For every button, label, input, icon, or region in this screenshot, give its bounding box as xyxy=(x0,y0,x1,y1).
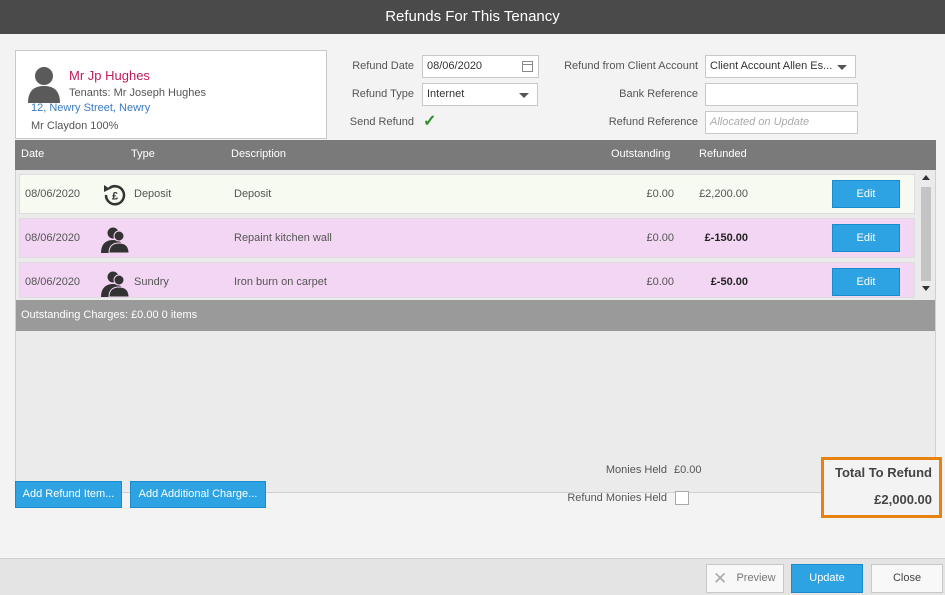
update-button[interactable]: Update xyxy=(791,564,863,593)
row-refunded: £-150.00 xyxy=(704,232,748,244)
send-refund-label: Send Refund xyxy=(349,116,414,128)
person-icon xyxy=(101,227,130,253)
deposit-refund-icon: £ xyxy=(104,184,126,206)
total-to-refund-value: £2,000.00 xyxy=(874,492,932,507)
close-button[interactable]: Close xyxy=(871,564,943,593)
edit-button[interactable]: Edit xyxy=(832,224,900,252)
svg-text:£: £ xyxy=(112,191,118,203)
person-icon xyxy=(28,67,60,103)
landlord-share: Mr Claydon 100% xyxy=(31,120,119,132)
scroll-up-icon[interactable] xyxy=(922,175,930,180)
edit-button[interactable]: Edit xyxy=(832,268,900,296)
refund-reference-label: Refund Reference xyxy=(608,116,698,128)
row-description: Iron burn on carpet xyxy=(234,276,327,288)
monies-held-value: £0.00 xyxy=(674,464,702,476)
refund-dialog-content: Mr Jp Hughes Tenants: Mr Joseph Hughes 1… xyxy=(0,34,945,558)
chevron-down-icon xyxy=(837,65,847,70)
tenant-name[interactable]: Mr Jp Hughes xyxy=(69,68,150,83)
scrollbar-thumb[interactable] xyxy=(921,187,931,281)
row-type: Sundry xyxy=(134,276,169,288)
table-row[interactable]: 08/06/2020 Sundry Iron burn on carpet £0… xyxy=(19,262,915,298)
row-outstanding: £0.00 xyxy=(646,276,674,288)
column-header-outstanding[interactable]: Outstanding xyxy=(611,148,670,160)
bank-reference-input[interactable] xyxy=(705,83,858,106)
refund-date-field[interactable]: 08/06/2020 xyxy=(422,55,539,78)
refund-items-grid: 08/06/2020 £ Deposit Deposit £0.00 £2,20… xyxy=(15,170,936,493)
client-account-select[interactable]: Client Account Allen Es... xyxy=(705,55,856,78)
refund-date-label: Refund Date xyxy=(352,60,414,72)
calendar-icon[interactable] xyxy=(522,61,533,72)
column-header-refunded[interactable]: Refunded xyxy=(699,148,747,160)
close-icon: ✕ xyxy=(713,569,728,588)
total-to-refund-box: Total To Refund £2,000.00 xyxy=(821,457,942,518)
row-refunded: £2,200.00 xyxy=(699,188,748,200)
grid-scrollbar[interactable] xyxy=(919,173,933,297)
preview-label: Preview xyxy=(736,572,776,584)
dialog-footer: ✕ Preview Update Close xyxy=(0,558,945,595)
person-icon xyxy=(101,271,130,297)
grid-header: Date Type Description Outstanding Refund… xyxy=(15,140,936,170)
scroll-down-icon[interactable] xyxy=(922,286,930,291)
chevron-down-icon xyxy=(519,93,529,98)
refund-type-value: Internet xyxy=(427,88,465,100)
total-to-refund-label: Total To Refund xyxy=(835,465,932,480)
outstanding-charges-bar: Outstanding Charges: £0.00 0 items xyxy=(16,300,935,331)
preview-button[interactable]: ✕ Preview xyxy=(706,564,784,593)
refund-date-value: 08/06/2020 xyxy=(427,60,483,72)
row-outstanding: £0.00 xyxy=(646,232,674,244)
refund-type-label: Refund Type xyxy=(351,88,414,100)
client-account-value: Client Account Allen Es... xyxy=(710,60,833,72)
row-refunded: £-50.00 xyxy=(710,276,748,288)
add-additional-charge-button[interactable]: Add Additional Charge... xyxy=(130,481,266,508)
refund-monies-held-label: Refund Monies Held xyxy=(567,492,667,504)
row-outstanding: £0.00 xyxy=(646,188,674,200)
property-address-link[interactable]: 12, Newry Street, Newry xyxy=(31,102,150,114)
row-description: Deposit xyxy=(234,188,272,200)
table-row[interactable]: 08/06/2020 £ Deposit Deposit £0.00 £2,20… xyxy=(19,174,915,214)
row-date: 08/06/2020 xyxy=(25,276,81,288)
column-header-description[interactable]: Description xyxy=(231,148,286,160)
refund-monies-held-checkbox[interactable] xyxy=(675,491,689,505)
refund-type-select[interactable]: Internet xyxy=(422,83,538,106)
refund-reference-input[interactable]: Allocated on Update xyxy=(705,111,858,134)
row-description: Repaint kitchen wall xyxy=(234,232,332,244)
row-date: 08/06/2020 xyxy=(25,232,81,244)
row-type: Deposit xyxy=(134,188,172,200)
edit-button[interactable]: Edit xyxy=(832,180,900,208)
send-refund-checkbox[interactable]: ✓ xyxy=(423,111,436,131)
column-header-date[interactable]: Date xyxy=(21,148,44,160)
window-title: Refunds For This Tenancy xyxy=(0,0,945,34)
tenant-card: Mr Jp Hughes Tenants: Mr Joseph Hughes 1… xyxy=(15,50,327,139)
column-header-type[interactable]: Type xyxy=(131,148,155,160)
tenant-names: Tenants: Mr Joseph Hughes xyxy=(69,87,206,99)
refund-from-label: Refund from Client Account xyxy=(564,60,698,72)
add-refund-item-button[interactable]: Add Refund Item... xyxy=(15,481,122,508)
table-row[interactable]: 08/06/2020 Repaint kitchen wall £0.00 £-… xyxy=(19,218,915,258)
bank-reference-label: Bank Reference xyxy=(619,88,698,100)
row-date: 08/06/2020 xyxy=(25,188,81,200)
monies-held-label: Monies Held xyxy=(605,464,667,476)
